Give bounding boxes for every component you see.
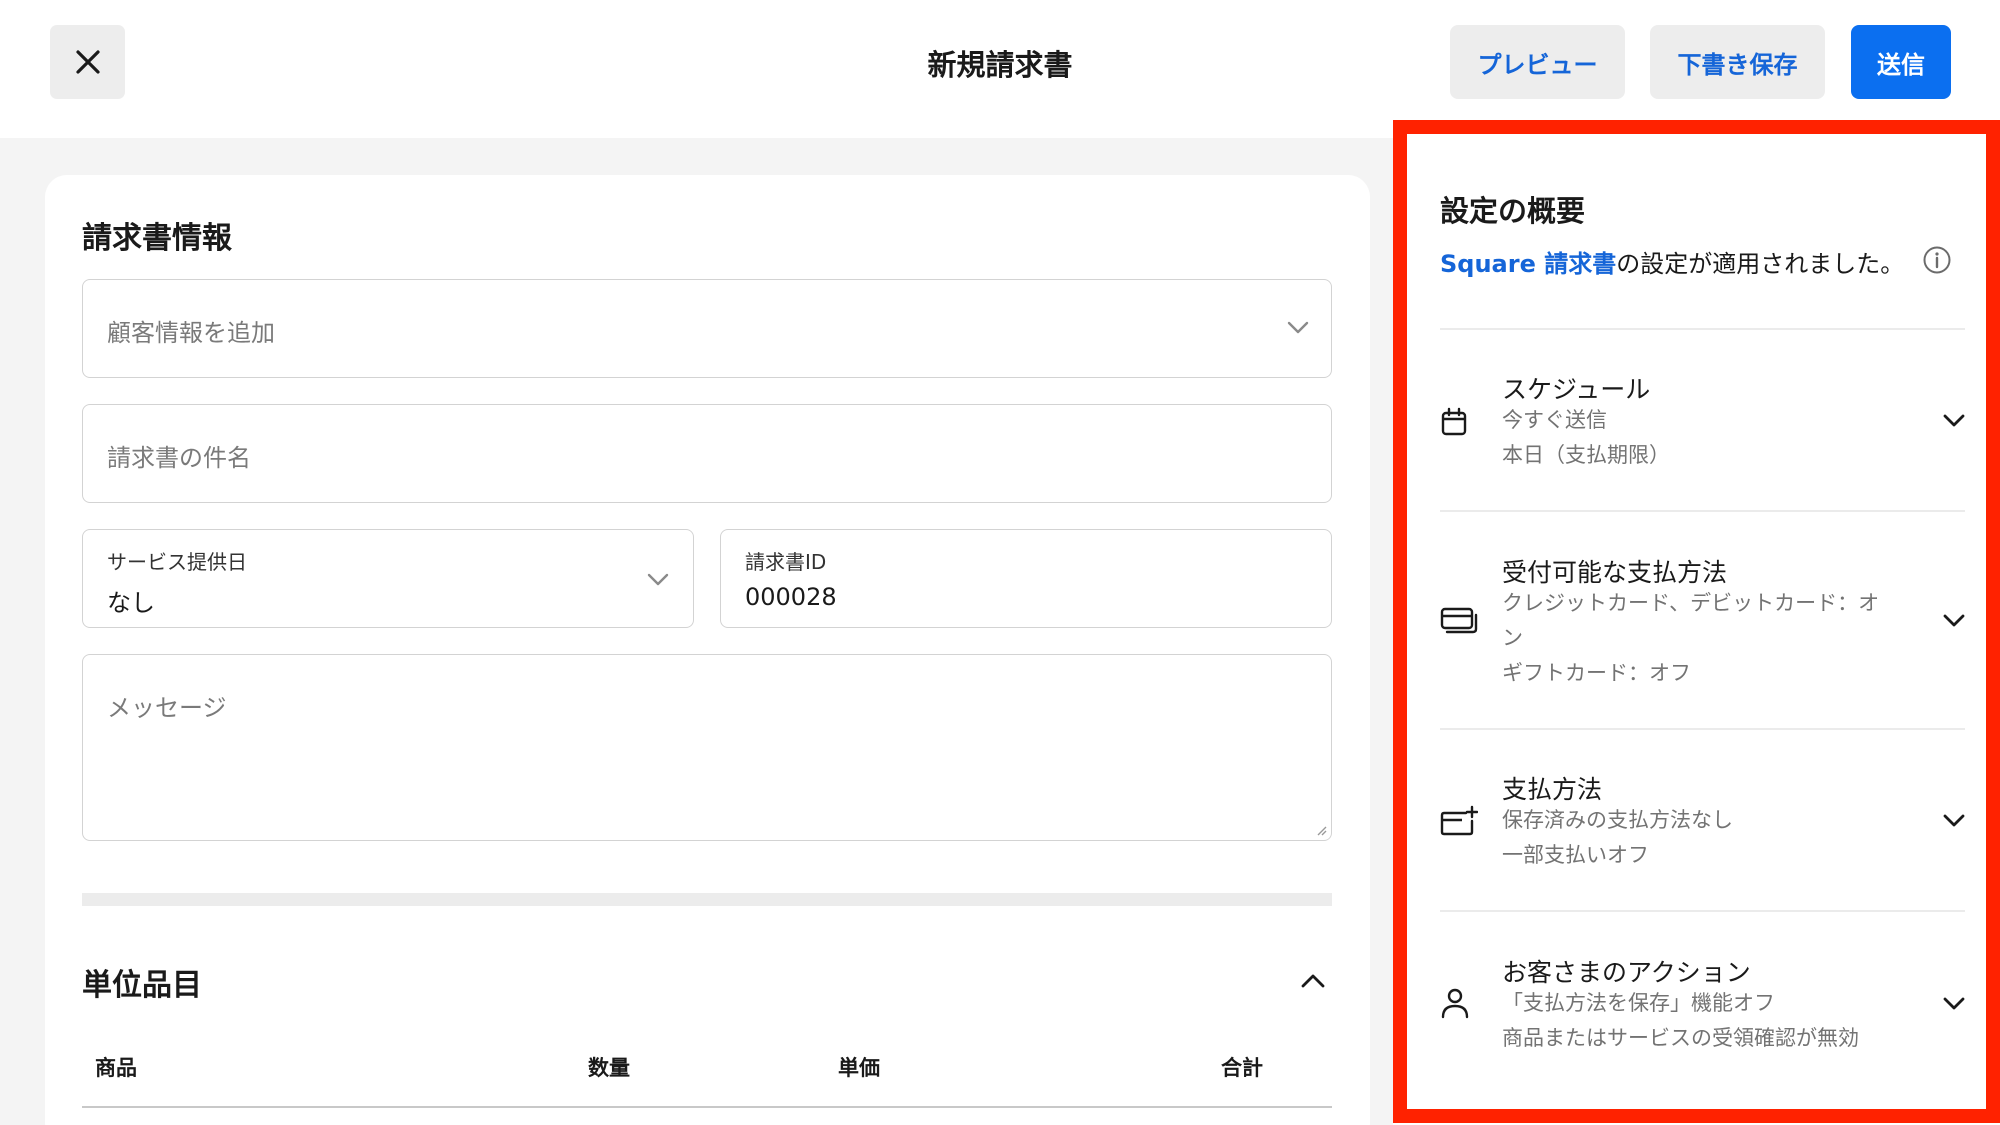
square-invoices-link[interactable]: Square 請求書 xyxy=(1440,250,1616,278)
settings-item-detail: ギフトカード：オフ xyxy=(1502,661,1691,685)
column-header-unit-price: 単価 xyxy=(838,1056,880,1080)
settings-item-title: 支払方法 xyxy=(1502,775,1603,804)
add-card-icon xyxy=(1440,805,1478,836)
person-icon xyxy=(1441,988,1469,1019)
top-bar: 新規請求書 プレビュー 下書き保存 送信 xyxy=(0,0,2000,138)
chevron-up-icon[interactable] xyxy=(1300,971,1326,989)
divider xyxy=(1440,328,1965,330)
invoice-id-value: 000028 xyxy=(745,583,837,611)
chevron-down-icon xyxy=(1287,321,1309,334)
settings-item-detail: 「支払方法を保存」機能オフ xyxy=(1502,991,1775,1015)
send-button[interactable]: 送信 xyxy=(1851,25,1951,99)
settings-item-title: 受付可能な支払方法 xyxy=(1502,558,1728,587)
invoice-subject-input[interactable]: 請求書の件名 xyxy=(82,404,1332,503)
settings-item-title: お客さまのアクション xyxy=(1502,958,1751,987)
service-date-label: サービス提供日 xyxy=(107,550,247,574)
divider xyxy=(1440,510,1965,512)
settings-item-detail: 本日（支払期限） xyxy=(1502,443,1670,467)
section-divider xyxy=(82,893,1332,906)
chevron-down-icon xyxy=(1943,414,1965,427)
preview-button[interactable]: プレビュー xyxy=(1450,25,1625,99)
settings-item-title: スケジュール xyxy=(1502,375,1651,404)
column-header-quantity: 数量 xyxy=(588,1056,630,1080)
settings-item-detail: 今すぐ送信 xyxy=(1502,408,1607,432)
divider xyxy=(1440,910,1965,912)
settings-summary-subtitle: Square 請求書の設定が適用されました。 xyxy=(1440,244,1904,279)
chevron-down-icon xyxy=(1943,614,1965,627)
service-date-value: なし xyxy=(107,589,155,617)
settings-summary-title: 設定の概要 xyxy=(1440,194,1586,228)
settings-item-detail: 商品またはサービスの受領確認が無効 xyxy=(1502,1026,1859,1050)
settings-item-detail: クレジットカード、デビットカード：オン xyxy=(1502,591,1880,650)
divider xyxy=(1440,728,1965,730)
column-header-product: 商品 xyxy=(95,1056,137,1080)
customer-select[interactable]: 顧客情報を追加 xyxy=(82,279,1332,378)
calendar-icon xyxy=(1441,407,1467,436)
settings-item-detail: 保存済みの支払方法なし xyxy=(1502,808,1733,832)
info-icon[interactable] xyxy=(1922,245,1952,275)
invoice-id-label: 請求書ID xyxy=(745,550,827,574)
invoice-id-input[interactable]: 請求書ID 000028 xyxy=(720,529,1332,628)
credit-cards-icon xyxy=(1440,607,1478,634)
resize-handle-icon[interactable] xyxy=(1315,824,1327,836)
invoice-subject-placeholder: 請求書の件名 xyxy=(107,444,251,472)
chevron-down-icon xyxy=(1943,814,1965,827)
settings-item-detail: 一部支払いオフ xyxy=(1502,843,1649,867)
settings-summary-subtitle-text: の設定が適用されました。 xyxy=(1616,250,1905,278)
service-date-select[interactable]: サービス提供日 なし xyxy=(82,529,694,628)
close-button[interactable] xyxy=(50,25,125,99)
chevron-down-icon xyxy=(647,573,669,586)
table-header-divider xyxy=(82,1106,1332,1108)
invoice-info-heading: 請求書情報 xyxy=(82,221,232,256)
column-header-total: 合計 xyxy=(1221,1056,1263,1080)
message-placeholder: メッセージ xyxy=(107,694,227,722)
message-textarea[interactable]: メッセージ xyxy=(82,654,1332,841)
chevron-down-icon xyxy=(1943,997,1965,1010)
save-draft-button[interactable]: 下書き保存 xyxy=(1650,25,1825,99)
customer-select-placeholder: 顧客情報を追加 xyxy=(107,319,275,347)
line-items-heading: 単位品目 xyxy=(82,968,202,1003)
close-icon xyxy=(75,50,100,74)
